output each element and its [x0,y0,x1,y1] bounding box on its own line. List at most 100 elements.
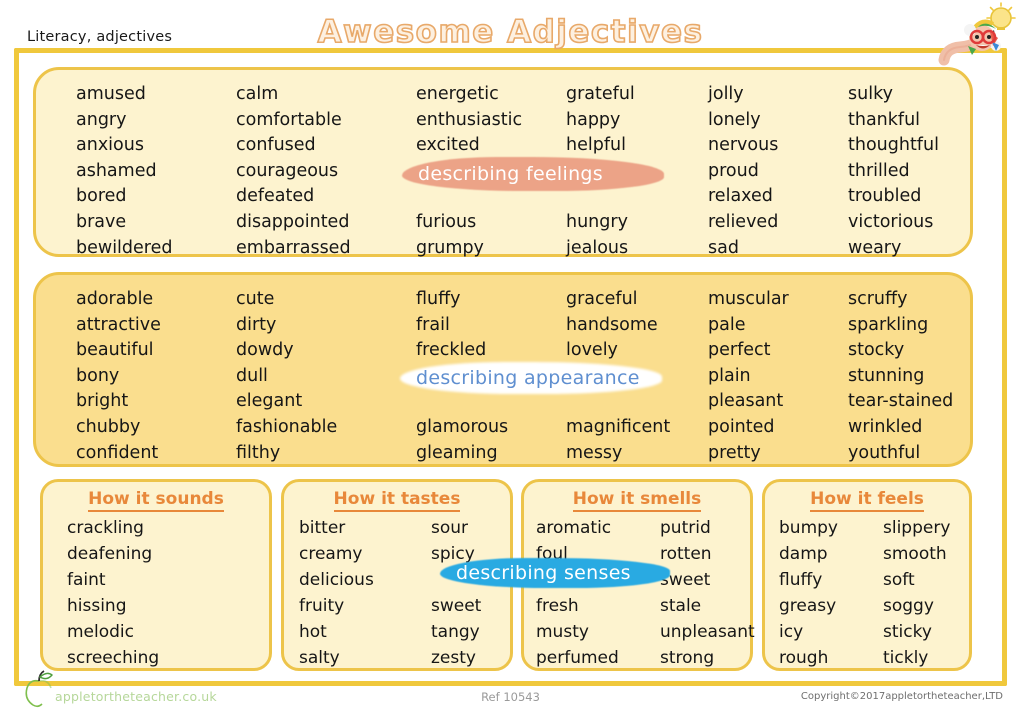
word: strong [660,648,715,668]
word: pale [708,314,746,335]
word: plain [708,365,751,386]
page-frame-bottom [14,681,1007,686]
word: courageous [236,160,339,181]
word: amused [76,84,146,104]
word-column: muscular pale perfect plain pleasant poi… [708,287,789,466]
word: tear-stained [848,391,954,412]
copyright-label: Copyright©2017appletortheteacher,LTD [800,691,1003,702]
word: jealous [566,237,629,258]
word: relieved [708,211,779,232]
word: hungry [566,211,628,232]
word: furious [416,211,477,232]
word: perfect [708,340,771,361]
word: ashamed [76,160,157,181]
word: fresh [536,596,579,616]
word: melodic [67,622,135,642]
word: messy [566,442,623,463]
word: greasy [779,596,837,616]
sense-box-title: How it smells [524,489,750,512]
word: chubby [76,416,141,437]
word: jolly [708,84,744,104]
word: musty [536,622,589,642]
worksheet-page: Literacy, adjectives Awesome Adjectives [0,0,1021,718]
word: stunning [848,365,925,386]
worm-with-glasses-icon [938,2,1016,66]
word: delicious [299,570,374,590]
page-frame-left [14,48,19,686]
word: dowdy [236,340,294,361]
word: embarrassed [236,237,351,258]
word: grateful [566,84,635,104]
sense-box-title: How it sounds [43,489,269,512]
banner-label: describing feelings [418,163,603,185]
word: stocky [848,340,905,361]
word: sparkling [848,314,929,335]
word: lonely [708,109,761,130]
word: fruity [299,596,345,616]
word: lovely [566,340,618,361]
word: helpful [566,135,626,156]
word: bewildered [76,237,173,258]
word: glamorous [416,416,509,437]
word: sour [431,518,469,538]
banner-label: describing senses [456,562,631,584]
word: attractive [76,314,161,335]
sense-box-feels: How it feels bumpy damp fluffy greasy ic… [762,479,972,671]
word: perfumed [536,648,619,668]
word: calm [236,84,279,104]
word: excited [416,135,480,156]
word: thrilled [848,160,910,181]
word-column: amused angry anxious ashamed bored brave… [76,82,172,261]
word: dirty [236,314,277,335]
sense-box-title: How it tastes [284,489,510,512]
word: victorious [848,211,934,232]
word-column: putrid rotten sweet stale unpleasant str… [660,515,755,671]
word-column: calm comfortable confused courageous def… [236,82,351,261]
word: angry [76,109,127,130]
word: fluffy [779,570,823,590]
word: unpleasant [660,622,755,642]
word: pleasant [708,391,784,412]
word: confused [236,135,316,156]
word: youthful [848,442,921,463]
word: sweet [660,570,711,590]
word: proud [708,160,759,181]
word: bony [76,365,120,386]
word: sticky [883,622,932,642]
word: aromatic [536,518,612,538]
word: deafening [67,544,153,564]
word: damp [779,544,828,564]
word: anxious [76,135,144,156]
banner-describing-senses: describing senses [440,558,670,588]
word: gleaming [416,442,498,463]
word-column: bitter creamy delicious fruity hot salty [299,515,374,671]
word: screeching [67,648,160,668]
word: relaxed [708,186,773,207]
word: confident [76,442,159,463]
word: graceful [566,289,638,309]
word: grumpy [416,237,484,258]
word-column: jolly lonely nervous proud relaxed relie… [708,82,778,261]
word: fashionable [236,416,338,437]
word: magnificent [566,416,671,437]
word: nervous [708,135,779,156]
word: creamy [299,544,363,564]
word: sulky [848,84,893,104]
word: soggy [883,596,934,616]
word-column: adorable attractive beautiful bony brigh… [76,287,161,466]
word: sad [708,237,739,258]
word: salty [299,648,340,668]
word-column: crackling deafening faint hissing melodi… [67,515,159,671]
word: putrid [660,518,711,538]
word-column: slippery smooth soft soggy sticky tickly [883,515,950,671]
word: slippery [883,518,951,538]
word: bitter [299,518,346,538]
word-column: sour spicy sweet tangy zesty [431,515,481,671]
word: muscular [708,289,789,309]
word: thoughtful [848,135,939,156]
word: bright [76,391,129,412]
word: thankful [848,109,921,130]
banner-label: describing appearance [416,367,640,389]
word-column: aromatic foul fresh musty perfumed [536,515,619,671]
page-frame-right [1002,48,1007,686]
